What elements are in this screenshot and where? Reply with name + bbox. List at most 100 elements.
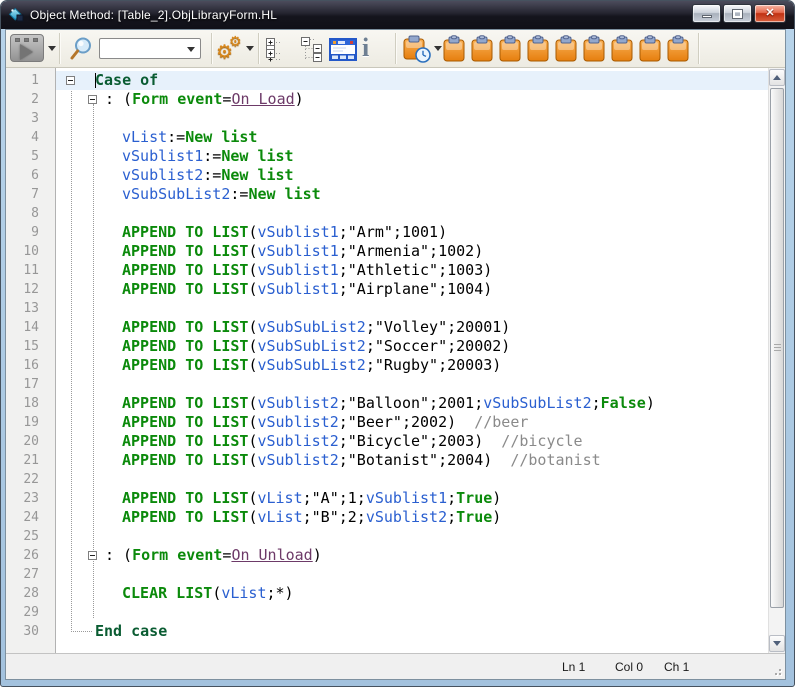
execute-dropdown-arrow-icon[interactable] bbox=[48, 46, 56, 55]
code-editor[interactable]: 1Case of2: (Form event=On Load)34vList:=… bbox=[6, 68, 785, 653]
code-text[interactable] bbox=[56, 470, 768, 489]
code-line-22[interactable]: 22 bbox=[6, 470, 768, 489]
macros-dropdown-arrow-icon[interactable] bbox=[246, 46, 254, 55]
code-text[interactable]: vSublist1:=New list bbox=[56, 147, 768, 166]
code-line-9[interactable]: 9APPEND TO LIST(vSublist1;"Arm";1001) bbox=[6, 223, 768, 242]
code-text[interactable] bbox=[56, 527, 768, 546]
code-line-16[interactable]: 16APPEND TO LIST(vSubSubList2;"Rugby";20… bbox=[6, 356, 768, 375]
clipboard-2-button[interactable] bbox=[470, 35, 494, 68]
code-text[interactable]: APPEND TO LIST(vSubSubList2;"Volley";200… bbox=[56, 318, 768, 337]
code-line-14[interactable]: 14APPEND TO LIST(vSubSubList2;"Volley";2… bbox=[6, 318, 768, 337]
search-combobox[interactable] bbox=[99, 38, 201, 59]
code-text[interactable] bbox=[56, 204, 768, 223]
expand-all-icon[interactable] bbox=[265, 37, 291, 62]
code-text[interactable]: APPEND TO LIST(vSublist2;"Bicycle";2003)… bbox=[56, 432, 768, 451]
code-line-28[interactable]: 28CLEAR LIST(vList;*) bbox=[6, 584, 768, 603]
code-line-1[interactable]: 1Case of bbox=[6, 71, 768, 90]
code-line-8[interactable]: 8 bbox=[6, 204, 768, 223]
code-text[interactable] bbox=[56, 299, 768, 318]
code-text[interactable] bbox=[56, 603, 768, 622]
minimize-button[interactable] bbox=[692, 4, 721, 23]
clipboard-history-button[interactable] bbox=[402, 34, 432, 64]
code-line-4[interactable]: 4vList:=New list bbox=[6, 128, 768, 147]
code-text[interactable]: APPEND TO LIST(vList;"B";2;vSublist2;Tru… bbox=[56, 508, 768, 527]
clipboard-icon bbox=[498, 35, 522, 63]
code-text[interactable]: APPEND TO LIST(vSublist1;"Arm";1001) bbox=[56, 223, 768, 242]
code-line-12[interactable]: 12APPEND TO LIST(vSublist1;"Airplane";10… bbox=[6, 280, 768, 299]
fold-collapse-box[interactable] bbox=[66, 76, 75, 85]
code-line-21[interactable]: 21APPEND TO LIST(vSublist2;"Botanist";20… bbox=[6, 451, 768, 470]
code-text[interactable]: End case bbox=[56, 622, 768, 641]
code-line-11[interactable]: 11APPEND TO LIST(vSublist1;"Athletic";10… bbox=[6, 261, 768, 280]
code-line-19[interactable]: 19APPEND TO LIST(vSublist2;"Beer";2002) … bbox=[6, 413, 768, 432]
search-dropdown-arrow-icon[interactable] bbox=[187, 47, 195, 56]
collapse-all-icon[interactable] bbox=[298, 37, 326, 62]
clipboard-1-button[interactable] bbox=[442, 35, 466, 68]
code-line-18[interactable]: 18APPEND TO LIST(vSublist2;"Balloon";200… bbox=[6, 394, 768, 413]
code-line-6[interactable]: 6vSublist2:=New list bbox=[6, 166, 768, 185]
macros-button[interactable]: ⚙ ⚙ bbox=[216, 33, 248, 65]
clipboard-7-button[interactable] bbox=[610, 35, 634, 68]
code-text[interactable]: CLEAR LIST(vList;*) bbox=[56, 584, 768, 603]
clipboard-3-button[interactable] bbox=[498, 35, 522, 68]
code-line-30[interactable]: 30End case bbox=[6, 622, 768, 641]
clipboard-6-button[interactable] bbox=[582, 35, 606, 68]
clipboard-9-button[interactable] bbox=[666, 35, 690, 68]
code-text[interactable]: APPEND TO LIST(vList;"A";1;vSublist1;Tru… bbox=[56, 489, 768, 508]
clipboard-4-button[interactable] bbox=[526, 35, 550, 68]
code-token: New list bbox=[248, 185, 320, 203]
code-line-3[interactable]: 3 bbox=[6, 109, 768, 128]
run-method-icon bbox=[24, 38, 29, 42]
search-input[interactable] bbox=[102, 40, 184, 57]
code-lines[interactable]: 1Case of2: (Form event=On Load)34vList:=… bbox=[6, 68, 768, 641]
clipboard-history-dropdown-arrow-icon[interactable] bbox=[434, 46, 442, 55]
code-line-13[interactable]: 13 bbox=[6, 299, 768, 318]
code-text[interactable]: APPEND TO LIST(vSublist2;"Botanist";2004… bbox=[56, 451, 768, 470]
code-line-15[interactable]: 15APPEND TO LIST(vSubSubList2;"Soccer";2… bbox=[6, 337, 768, 356]
code-text[interactable]: APPEND TO LIST(vSubSubList2;"Rugby";2000… bbox=[56, 356, 768, 375]
info-icon[interactable]: i bbox=[362, 34, 369, 62]
title-bar[interactable]: Object Method: [Table_2].ObjLibraryForm.… bbox=[1, 1, 794, 29]
code-line-7[interactable]: 7vSubSubList2:=New list bbox=[6, 185, 768, 204]
code-text[interactable]: vSublist2:=New list bbox=[56, 166, 768, 185]
code-text[interactable]: Case of bbox=[56, 71, 768, 90]
fold-collapse-box[interactable] bbox=[88, 551, 97, 560]
code-text[interactable] bbox=[56, 109, 768, 128]
code-text[interactable]: APPEND TO LIST(vSublist1;"Athletic";1003… bbox=[56, 261, 768, 280]
fold-collapse-box[interactable] bbox=[88, 95, 97, 104]
code-text[interactable] bbox=[56, 565, 768, 584]
execute-method-button[interactable] bbox=[10, 34, 44, 62]
code-line-17[interactable]: 17 bbox=[6, 375, 768, 394]
code-line-23[interactable]: 23APPEND TO LIST(vList;"A";1;vSublist1;T… bbox=[6, 489, 768, 508]
code-line-10[interactable]: 10APPEND TO LIST(vSublist1;"Armenia";100… bbox=[6, 242, 768, 261]
scroll-down-button[interactable] bbox=[769, 635, 785, 652]
code-text[interactable]: : (Form event=On Load) bbox=[56, 90, 768, 109]
code-text[interactable]: APPEND TO LIST(vSublist2;"Balloon";2001;… bbox=[56, 394, 768, 413]
code-line-29[interactable]: 29 bbox=[6, 603, 768, 622]
toolbar-separator bbox=[395, 33, 397, 64]
code-text[interactable]: vList:=New list bbox=[56, 128, 768, 147]
code-text[interactable]: APPEND TO LIST(vSublist1;"Armenia";1002) bbox=[56, 242, 768, 261]
code-text[interactable]: APPEND TO LIST(vSublist2;"Beer";2002) //… bbox=[56, 413, 768, 432]
code-text[interactable]: : (Form event=On Unload) bbox=[56, 546, 768, 565]
scrollbar-thumb[interactable] bbox=[770, 88, 784, 608]
clipboard-8-button[interactable] bbox=[638, 35, 662, 68]
clipboard-5-button[interactable] bbox=[554, 35, 578, 68]
code-line-24[interactable]: 24APPEND TO LIST(vList;"B";2;vSublist2;T… bbox=[6, 508, 768, 527]
code-line-2[interactable]: 2: (Form event=On Load) bbox=[6, 90, 768, 109]
code-line-27[interactable]: 27 bbox=[6, 565, 768, 584]
vertical-scrollbar[interactable] bbox=[768, 68, 785, 653]
code-line-20[interactable]: 20APPEND TO LIST(vSublist2;"Bicycle";200… bbox=[6, 432, 768, 451]
code-line-5[interactable]: 5vSublist1:=New list bbox=[6, 147, 768, 166]
form-preview-icon[interactable] bbox=[329, 38, 357, 61]
resize-grip[interactable] bbox=[771, 665, 781, 675]
code-line-25[interactable]: 25 bbox=[6, 527, 768, 546]
close-button[interactable]: ✕ bbox=[754, 4, 786, 23]
maximize-button[interactable] bbox=[723, 4, 752, 23]
code-text[interactable] bbox=[56, 375, 768, 394]
code-text[interactable]: APPEND TO LIST(vSubSubList2;"Soccer";200… bbox=[56, 337, 768, 356]
code-text[interactable]: APPEND TO LIST(vSublist1;"Airplane";1004… bbox=[56, 280, 768, 299]
scroll-up-button[interactable] bbox=[769, 69, 785, 86]
code-line-26[interactable]: 26: (Form event=On Unload) bbox=[6, 546, 768, 565]
code-text[interactable]: vSubSubList2:=New list bbox=[56, 185, 768, 204]
